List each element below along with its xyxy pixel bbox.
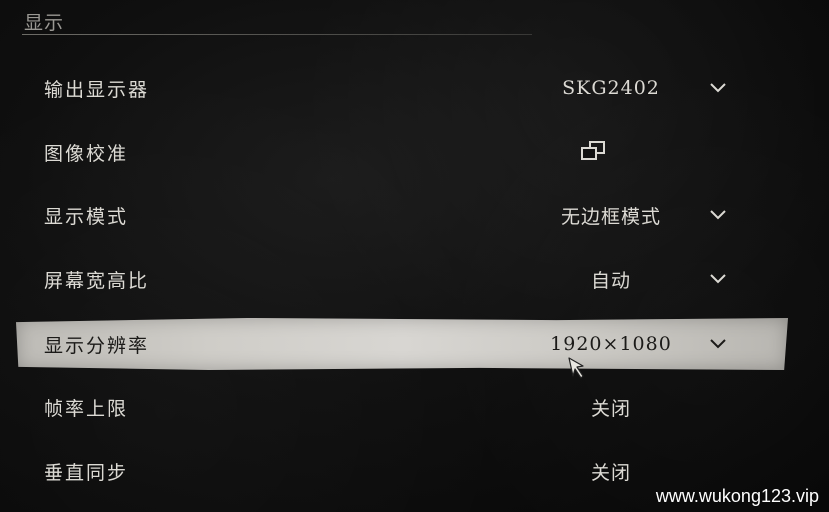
setting-label: 显示分辨率 — [44, 334, 150, 357]
setting-label: 屏幕宽高比 — [44, 269, 150, 292]
setting-row-aspect-ratio[interactable]: 屏幕宽高比 自动 — [16, 253, 788, 305]
chevron-down-icon[interactable] — [708, 205, 728, 225]
chevron-down-icon[interactable] — [708, 269, 728, 289]
watermark: www.wukong123.vip — [655, 486, 819, 506]
setting-row-resolution[interactable]: 显示分辨率 1920×1080 — [16, 318, 788, 370]
setting-row-display-mode[interactable]: 显示模式 无边框模式 — [16, 189, 788, 241]
windows-icon[interactable] — [578, 140, 608, 164]
setting-label: 垂直同步 — [44, 461, 129, 484]
setting-row-image-calibration[interactable]: 图像校准 — [16, 126, 788, 178]
setting-value[interactable]: 关闭 — [536, 394, 686, 421]
setting-row-output-monitor[interactable]: 输出显示器 SKG2402 — [16, 62, 788, 114]
section-divider — [22, 34, 532, 35]
section-title: 显示 — [24, 12, 65, 34]
mouse-cursor-icon — [567, 356, 585, 382]
setting-row-frame-rate-limit[interactable]: 帧率上限 关闭 — [16, 381, 788, 433]
setting-label: 图像校准 — [44, 142, 129, 165]
chevron-down-icon[interactable] — [708, 334, 728, 354]
setting-value[interactable]: SKG2402 — [536, 77, 686, 99]
chevron-down-icon[interactable] — [708, 78, 728, 98]
setting-value[interactable]: 关闭 — [536, 458, 686, 485]
setting-value[interactable]: 无边框模式 — [536, 202, 686, 229]
setting-label: 输出显示器 — [44, 78, 150, 101]
setting-label: 显示模式 — [44, 205, 129, 228]
setting-value[interactable]: 自动 — [536, 266, 686, 293]
setting-value[interactable]: 1920×1080 — [536, 333, 686, 355]
setting-label: 帧率上限 — [44, 397, 129, 420]
